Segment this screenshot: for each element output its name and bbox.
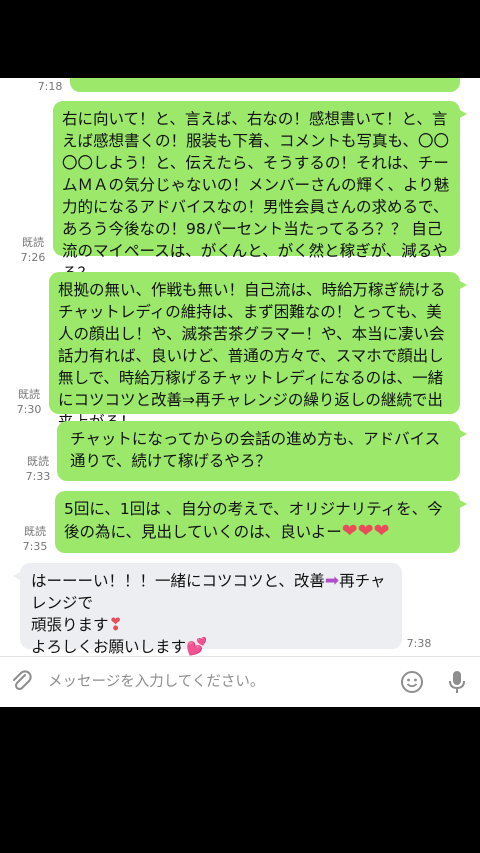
message-time: 7:38 [406, 637, 432, 650]
message-bubble-outgoing[interactable]: 根拠の無い、作戦も無い！自己流は、時給万稼ぎ続けるチャットレディの維持は、まず困… [49, 272, 467, 431]
message-bubble-outgoing[interactable] [70, 78, 460, 92]
message-bubble-outgoing[interactable]: チャットになってからの会話の進め方も、アドバイス通りで、続けて稼げるやろ？ [57, 421, 467, 481]
message-bubble-outgoing[interactable]: 右に向いて！と、言えば、右なの！感想書いて！と、言えば感想書くの！服装も下着、コ… [53, 101, 467, 282]
message-text: 根拠の無い、作戦も無い！自己流は、時給万稼ぎ続けるチャットレディの維持は、まず困… [58, 281, 446, 431]
message-input[interactable] [48, 671, 378, 693]
message-time: 7:30 [16, 403, 42, 416]
sparkling-heart-icon: 💕 [186, 637, 208, 657]
paperclip-icon[interactable] [9, 669, 35, 695]
read-receipt: 既読 [22, 236, 44, 249]
emoji-icon[interactable] [400, 670, 424, 694]
heart-icon: ❤ [341, 520, 358, 542]
message-time: 7:26 [20, 251, 46, 264]
read-receipt: 既読 [27, 455, 49, 468]
message-time: 7:35 [22, 540, 48, 553]
heart-icon: ❤ [373, 520, 390, 542]
message-bubble-outgoing[interactable]: 5回に、1回は 、自分の考えで、オリジナリティを、今後の為に、見出していくのは、… [55, 491, 467, 553]
message-time: 7:33 [25, 470, 51, 483]
message-text: 頑張ります [31, 616, 109, 634]
read-receipt: 既読 [24, 525, 46, 538]
message-text: よろしくお願いします [31, 638, 187, 656]
message-time: 7:18 [37, 80, 63, 93]
message-list[interactable]: 7:18 右に向いて！と、言えば、右なの！感想書いて！と、言えば感想書くの！服装… [0, 78, 480, 657]
chat-screen: 7:18 右に向いて！と、言えば、右なの！感想書いて！と、言えば感想書くの！服装… [0, 78, 480, 707]
message-text: チャットになってからの会話の進め方も、アドバイス通りで、続けて稼げるやろ？ [70, 430, 441, 470]
message-bubble-incoming[interactable]: はーーーい！！！一緒にコツコツと、改善➡再チャレンジで 頑張ります❣ よろしくお… [13, 563, 402, 657]
heart-icon: ❣ [108, 615, 123, 635]
arrow-right-icon: ➡ [324, 571, 340, 591]
message-text: 右に向いて！と、言えば、右なの！感想書いて！と、言えば感想書くの！服装も下着、コ… [62, 110, 450, 282]
message-text: はーーーい！！！一緒にコツコツと、改善 [31, 572, 325, 590]
heart-icon: ❤ [357, 520, 374, 542]
read-receipt: 既読 [18, 388, 40, 401]
microphone-icon[interactable] [447, 669, 467, 695]
message-composer [0, 656, 480, 707]
